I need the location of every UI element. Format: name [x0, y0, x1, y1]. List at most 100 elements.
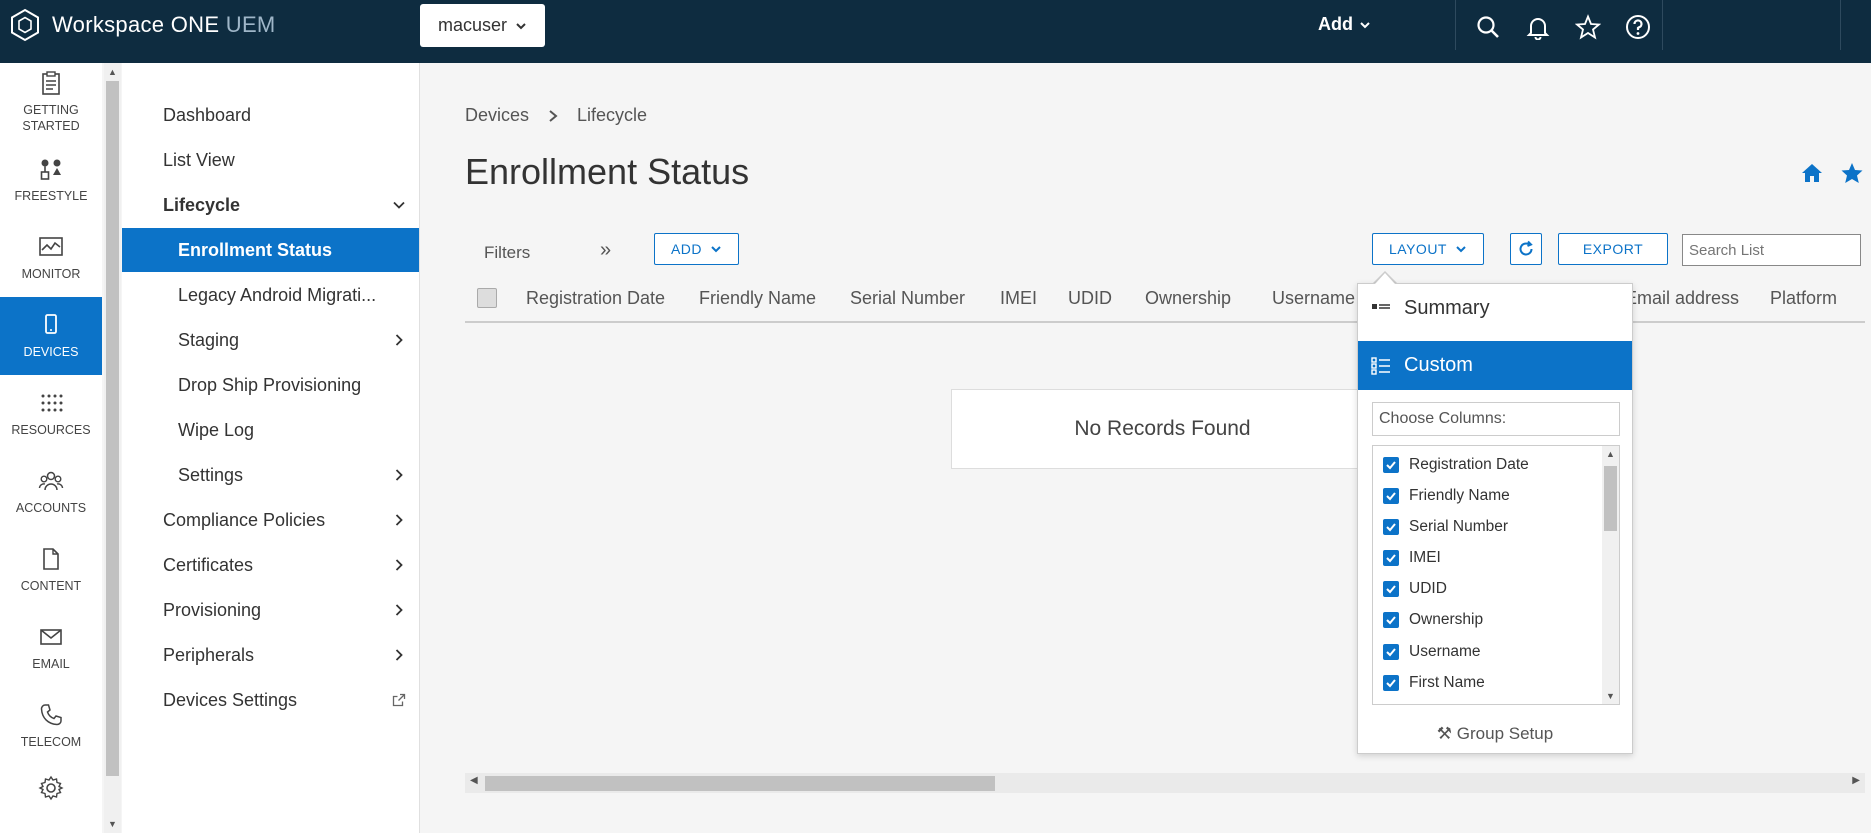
column-header-udid[interactable]: UDID	[1068, 288, 1112, 309]
export-button[interactable]: EXPORT	[1558, 233, 1668, 265]
rail-item-label: TELECOM	[20, 735, 82, 749]
help-icon[interactable]	[1623, 12, 1653, 42]
search-icon[interactable]	[1473, 12, 1503, 42]
subnav-item-list-view[interactable]: List View	[122, 138, 419, 182]
column-choice-item[interactable]: UDID	[1383, 580, 1447, 598]
document-icon	[43, 548, 59, 570]
layout-option-custom[interactable]: Custom	[1358, 341, 1632, 390]
popover-caret	[1375, 273, 1395, 284]
breadcrumb-lifecycle[interactable]: Lifecycle	[577, 105, 647, 126]
rail-item-monitor[interactable]: MONITOR	[0, 219, 102, 297]
scrollbar-thumb[interactable]	[1604, 466, 1617, 531]
column-list-scrollbar[interactable]: ▲ ▼	[1602, 446, 1619, 704]
add-menu[interactable]: Add	[1318, 14, 1371, 35]
column-choice-item[interactable]: Serial Number	[1383, 518, 1508, 536]
freestyle-icon	[40, 159, 61, 180]
select-all-checkbox[interactable]	[477, 288, 497, 308]
scrollbar-thumb[interactable]	[106, 81, 119, 776]
rail-scrollbar[interactable]: ▲ ▼	[104, 63, 121, 833]
checkbox-checked[interactable]	[1383, 675, 1399, 691]
checkbox-checked[interactable]	[1383, 457, 1399, 473]
subnav-item-certificates[interactable]: Certificates	[122, 543, 419, 587]
monitor-icon	[39, 237, 63, 256]
subnav-item-drop-ship-provisioning[interactable]: Drop Ship Provisioning	[122, 363, 419, 407]
subnav-item-provisioning[interactable]: Provisioning	[122, 588, 419, 632]
subnav-item-settings[interactable]: Settings	[122, 453, 419, 497]
rail-item-devices[interactable]: DEVICES	[0, 297, 102, 375]
rail-item-accounts[interactable]: ACCOUNTS	[0, 453, 102, 531]
checkbox-checked[interactable]	[1383, 550, 1399, 566]
rail-item-settings[interactable]	[0, 765, 102, 825]
add-button[interactable]: ADD	[654, 233, 739, 265]
refresh-icon	[1519, 240, 1533, 256]
product-logo[interactable]: Workspace ONE UEM	[8, 8, 276, 42]
subnav-item-wipe-log[interactable]: Wipe Log	[122, 408, 419, 452]
column-choice-item[interactable]: Username	[1383, 643, 1481, 661]
scroll-down-icon[interactable]: ▼	[108, 819, 117, 829]
column-header-serial-number[interactable]: Serial Number	[850, 288, 965, 309]
subnav-item-enrollment-status[interactable]: Enrollment Status	[122, 228, 419, 272]
rail-item-freestyle[interactable]: FREESTYLE	[0, 141, 102, 219]
column-header-registration-date[interactable]: Registration Date	[526, 288, 665, 309]
checkbox-checked[interactable]	[1383, 488, 1399, 504]
scroll-left-icon[interactable]: ◀	[470, 775, 478, 786]
grid-header: Registration Date Friendly Name Serial N…	[465, 273, 1865, 323]
chevron-down-icon	[1360, 21, 1370, 28]
rail-item-getting-started[interactable]: GETTING STARTED	[0, 63, 102, 141]
scroll-up-icon[interactable]: ▲	[1606, 449, 1615, 459]
search-list-input[interactable]	[1682, 234, 1861, 266]
scroll-down-icon[interactable]: ▼	[1606, 691, 1615, 701]
bell-icon[interactable]	[1523, 12, 1553, 42]
subnav-item-staging[interactable]: Staging	[122, 318, 419, 362]
column-choice-label: Ownership	[1409, 611, 1484, 628]
layout-button[interactable]: LAYOUT	[1372, 233, 1484, 265]
favorite-star-icon[interactable]	[1840, 161, 1864, 185]
column-choice-item[interactable]: First Name	[1383, 674, 1485, 692]
column-header-username[interactable]: Username	[1272, 288, 1355, 309]
column-header-imei[interactable]: IMEI	[1000, 288, 1037, 309]
scroll-up-icon[interactable]: ▲	[108, 67, 117, 77]
filters-label[interactable]: Filters	[484, 243, 530, 263]
rail-item-label: EMAIL	[32, 657, 70, 671]
breadcrumb-devices[interactable]: Devices	[465, 105, 529, 126]
column-header-platform[interactable]: Platform	[1770, 288, 1837, 309]
divider	[1455, 0, 1456, 50]
scroll-right-icon[interactable]: ▶	[1852, 775, 1860, 786]
checkbox-checked[interactable]	[1383, 644, 1399, 660]
home-icon[interactable]	[1800, 161, 1824, 185]
scrollbar-thumb[interactable]	[485, 776, 995, 791]
group-setup-label: Group Setup	[1456, 724, 1554, 743]
column-choice-item[interactable]: IMEI	[1383, 549, 1441, 567]
layout-option-summary[interactable]: Summary	[1358, 284, 1632, 333]
column-header-email-address[interactable]: Email address	[1625, 288, 1739, 309]
rail-item-telecom[interactable]: TELECOM	[0, 687, 102, 765]
rail-item-resources[interactable]: RESOURCES	[0, 375, 102, 453]
subnav-item-legacy-android-migration[interactable]: Legacy Android Migrati...	[122, 273, 419, 317]
star-icon[interactable]	[1573, 12, 1603, 42]
column-header-ownership[interactable]: Ownership	[1145, 288, 1231, 309]
column-header-friendly-name[interactable]: Friendly Name	[699, 288, 816, 309]
refresh-button[interactable]	[1510, 233, 1542, 265]
subnav-item-dashboard[interactable]: Dashboard	[122, 93, 419, 137]
double-chevron-right-icon[interactable]: »	[600, 239, 611, 262]
checkbox-checked[interactable]	[1383, 581, 1399, 597]
subnav-item-label: Settings	[178, 464, 244, 485]
subnav-item-compliance-policies[interactable]: Compliance Policies	[122, 498, 419, 542]
chevron-right-icon	[379, 648, 419, 662]
column-choice-item[interactable]: Registration Date	[1383, 456, 1529, 474]
checkbox-checked[interactable]	[1383, 519, 1399, 535]
horizontal-scrollbar[interactable]: ◀ ▶	[465, 773, 1865, 793]
group-setup-link[interactable]: ⚒ Group Setup	[1358, 724, 1632, 744]
subnav-item-lifecycle[interactable]: Lifecycle	[122, 183, 419, 227]
users-icon	[38, 471, 64, 491]
column-choice-item[interactable]: Ownership	[1383, 611, 1483, 629]
subnav-item-label: Enrollment Status	[178, 239, 333, 260]
subnav-item-peripherals[interactable]: Peripherals	[122, 633, 419, 677]
rail-item-content[interactable]: CONTENT	[0, 531, 102, 609]
checkbox-checked[interactable]	[1383, 612, 1399, 628]
rail-item-email[interactable]: EMAIL	[0, 609, 102, 687]
subnav-item-devices-settings[interactable]: Devices Settings	[122, 678, 419, 722]
chevron-right-icon	[549, 109, 558, 122]
org-group-select[interactable]: macuser	[420, 4, 545, 47]
column-choice-item[interactable]: Friendly Name	[1383, 487, 1510, 505]
